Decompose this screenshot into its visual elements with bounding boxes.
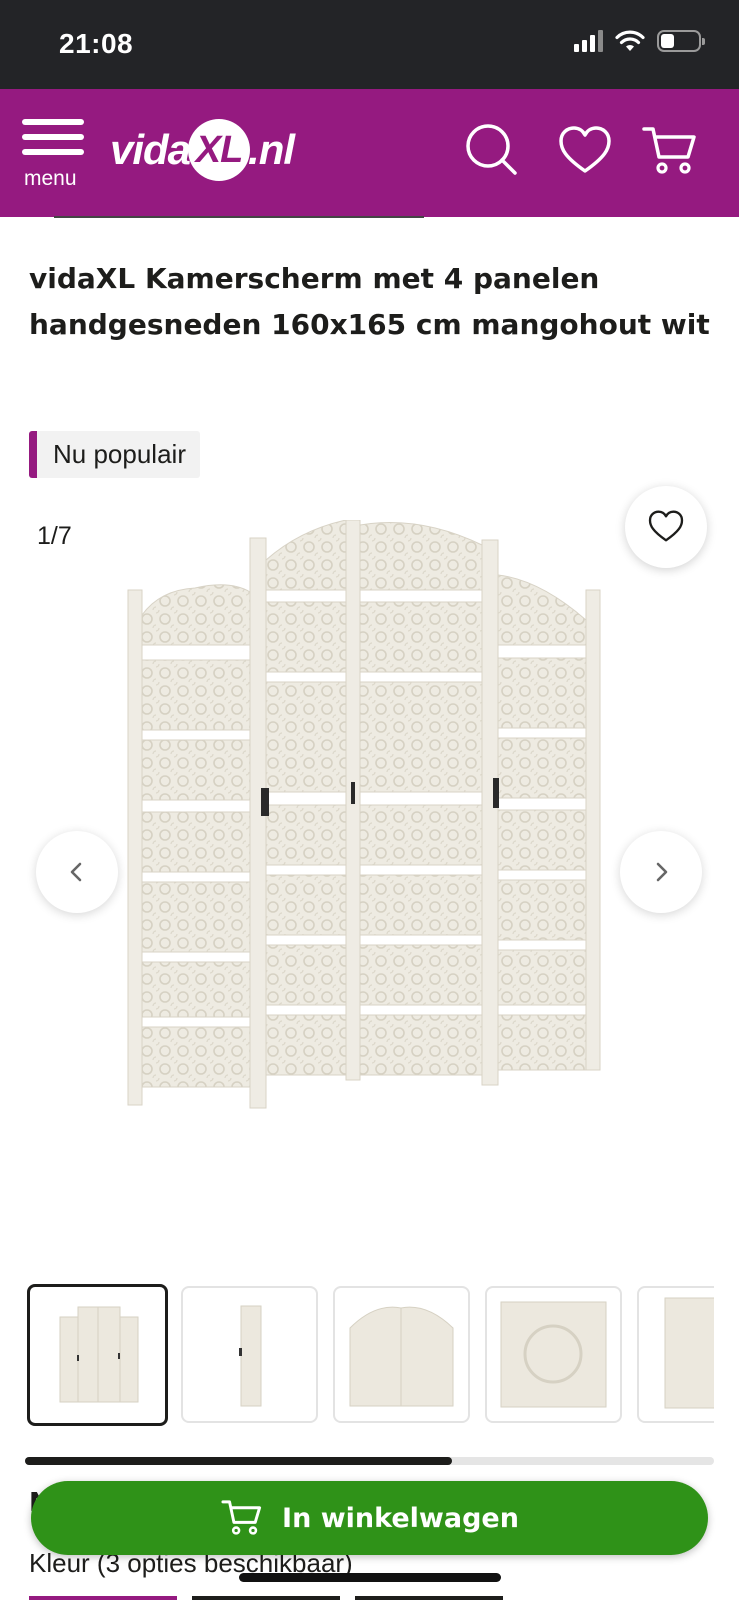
chevron-left-icon <box>70 862 82 882</box>
thumbnail-scroll-progress <box>25 1457 714 1465</box>
gallery-counter: 1/7 <box>37 522 72 550</box>
cart-icon[interactable] <box>640 121 700 181</box>
status-bar: 21:08 <box>0 0 739 89</box>
thumbnail-detail[interactable] <box>485 1286 622 1423</box>
thumbnail-front[interactable] <box>27 1284 168 1426</box>
heart-outline-icon <box>648 510 684 542</box>
gallery-prev-button[interactable] <box>36 831 118 913</box>
thumbnail-top[interactable] <box>333 1286 470 1423</box>
thumb-image <box>239 1305 262 1407</box>
status-icons <box>574 30 705 52</box>
vidaxl-logo[interactable]: vida XL .nl <box>110 115 295 185</box>
wifi-icon <box>615 30 645 51</box>
scroll-progress-fill <box>25 1457 453 1465</box>
thumb-image <box>664 1297 714 1409</box>
search-icon[interactable] <box>463 121 523 181</box>
hamburger-icon <box>22 119 88 155</box>
add-to-cart-label: In winkelwagen <box>282 1502 519 1534</box>
color-swatch-3[interactable] <box>355 1596 503 1600</box>
cart-icon <box>221 1500 262 1535</box>
menu-button[interactable]: menu <box>22 119 88 190</box>
thumb-image <box>59 1306 139 1403</box>
popular-badge: Nu populair <box>29 431 200 478</box>
breadcrumb[interactable] <box>54 216 424 218</box>
add-to-cart-button[interactable]: In winkelwagen <box>31 1481 708 1555</box>
thumb-image <box>500 1301 607 1408</box>
product-image[interactable] <box>120 520 620 1130</box>
gallery-next-button[interactable] <box>620 831 702 913</box>
thumbnail-side[interactable] <box>181 1286 318 1423</box>
color-swatch-2[interactable] <box>192 1596 340 1600</box>
chevron-right-icon <box>656 862 668 882</box>
site-header: menu vida XL .nl <box>0 89 739 217</box>
thumb-image <box>349 1306 454 1407</box>
color-swatch-1[interactable] <box>29 1596 177 1600</box>
product-title: vidaXL Kamerscherm met 4 panelen handges… <box>29 262 710 341</box>
home-indicator[interactable] <box>239 1573 501 1582</box>
menu-label: menu <box>24 167 77 190</box>
signal-icon <box>574 30 603 52</box>
thumbnail-partial[interactable] <box>637 1286 714 1423</box>
battery-fill <box>661 34 674 48</box>
battery-icon <box>657 30 705 52</box>
favorite-button[interactable] <box>625 486 707 568</box>
heart-icon[interactable] <box>555 121 615 181</box>
thumbnail-strip[interactable] <box>27 1284 714 1426</box>
status-time: 21:08 <box>59 28 134 59</box>
